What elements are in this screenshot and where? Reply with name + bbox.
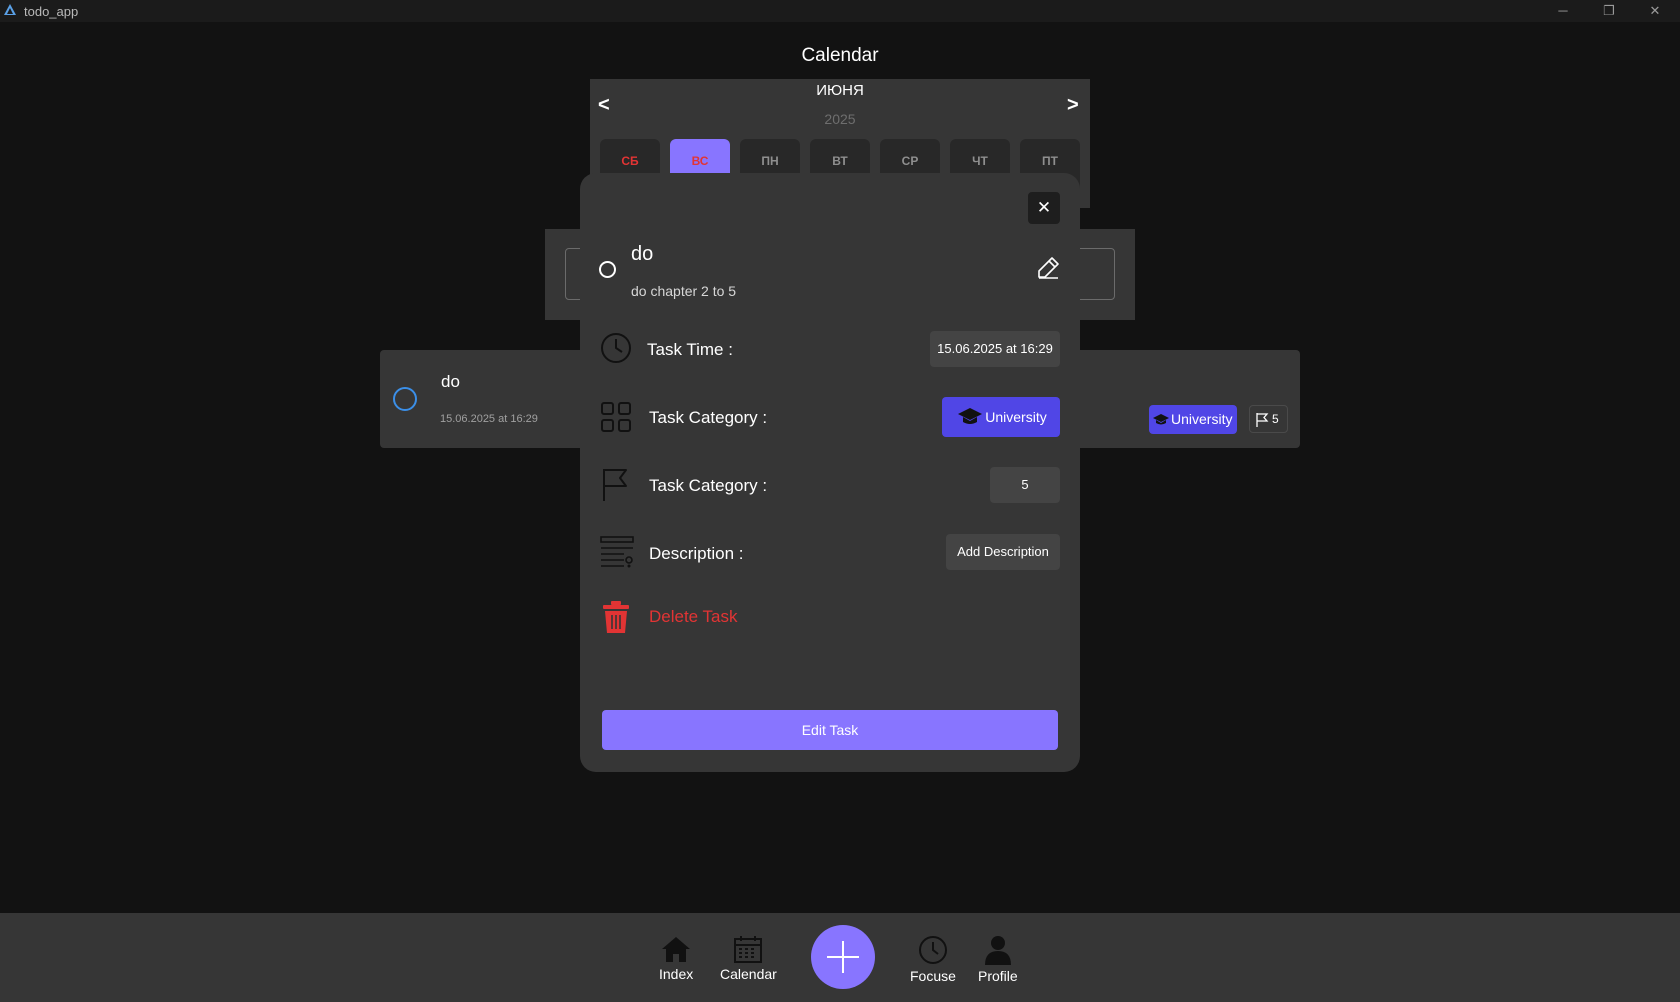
- home-icon: [662, 937, 691, 962]
- nav-item-focuse[interactable]: Focuse: [910, 935, 956, 984]
- flag-icon: [603, 469, 627, 501]
- month-label: ИЮНЯ: [816, 82, 864, 99]
- delete-task-button[interactable]: Delete Task: [649, 607, 738, 627]
- task-priority-row-label: Task Category :: [649, 476, 768, 495]
- task-complete-toggle-modal[interactable]: [599, 261, 616, 278]
- nav-item-focuse-label: Focuse: [910, 968, 956, 984]
- edit-task-button[interactable]: Edit Task: [602, 710, 1058, 750]
- modal-task-title: do: [631, 243, 654, 265]
- add-description-button[interactable]: Add Description: [946, 534, 1060, 570]
- close-window-button[interactable]: ✕: [1645, 2, 1665, 20]
- minimize-button[interactable]: ─: [1553, 2, 1573, 20]
- nav-item-profile-label: Profile: [978, 968, 1018, 984]
- nav-item-profile[interactable]: Profile: [978, 935, 1018, 984]
- task-time: 15.06.2025 at 16:29: [440, 413, 538, 425]
- graduation-cap-icon: [1153, 414, 1169, 425]
- task-category-value: University: [985, 409, 1047, 425]
- restore-button[interactable]: ❐: [1599, 2, 1619, 20]
- clock-icon: [918, 936, 947, 964]
- task-priority-badge: 5: [1249, 405, 1288, 433]
- clock-icon: [601, 333, 631, 363]
- nav-item-calendar-label: Calendar: [720, 966, 777, 982]
- modal-task-description: do chapter 2 to 5: [631, 283, 737, 299]
- window-titlebar: todo_app ─ ❐ ✕: [0, 0, 1680, 22]
- task-name: do: [441, 372, 460, 391]
- close-modal-button[interactable]: ✕: [1028, 192, 1060, 224]
- task-priority-button[interactable]: 5: [990, 467, 1060, 503]
- app-logo-icon: [4, 4, 16, 15]
- page-title: Calendar: [801, 45, 879, 66]
- graduation-cap-icon: [958, 408, 982, 424]
- task-complete-toggle[interactable]: [393, 387, 417, 411]
- nav-item-index-label: Index: [659, 966, 694, 982]
- task-category-label: University: [1171, 411, 1233, 427]
- next-month-button[interactable]: >: [1067, 94, 1079, 117]
- task-category-badge: University: [1149, 405, 1237, 434]
- task-time-button[interactable]: 15.06.2025 at 16:29: [930, 331, 1060, 367]
- description-list-icon: [600, 536, 634, 568]
- task-time-label: Task Time :: [647, 340, 733, 359]
- description-row-label: Description :: [649, 544, 744, 563]
- year-label: 2025: [824, 111, 856, 127]
- category-grid-icon: [601, 402, 631, 432]
- task-priority-label: 5: [1272, 412, 1279, 426]
- trash-icon[interactable]: [602, 600, 630, 634]
- flag-icon: [1256, 413, 1269, 427]
- calendar-icon: [734, 936, 763, 963]
- user-icon: [984, 936, 1011, 965]
- add-task-button[interactable]: [811, 925, 875, 989]
- task-category-row-label: Task Category :: [649, 408, 768, 427]
- prev-month-button[interactable]: <: [598, 94, 610, 117]
- edit-pencil-icon[interactable]: [1036, 256, 1060, 280]
- task-category-button[interactable]: University: [942, 397, 1060, 437]
- nav-item-calendar[interactable]: Calendar: [720, 935, 777, 982]
- window-title: todo_app: [24, 4, 79, 19]
- nav-item-index[interactable]: Index: [659, 935, 693, 982]
